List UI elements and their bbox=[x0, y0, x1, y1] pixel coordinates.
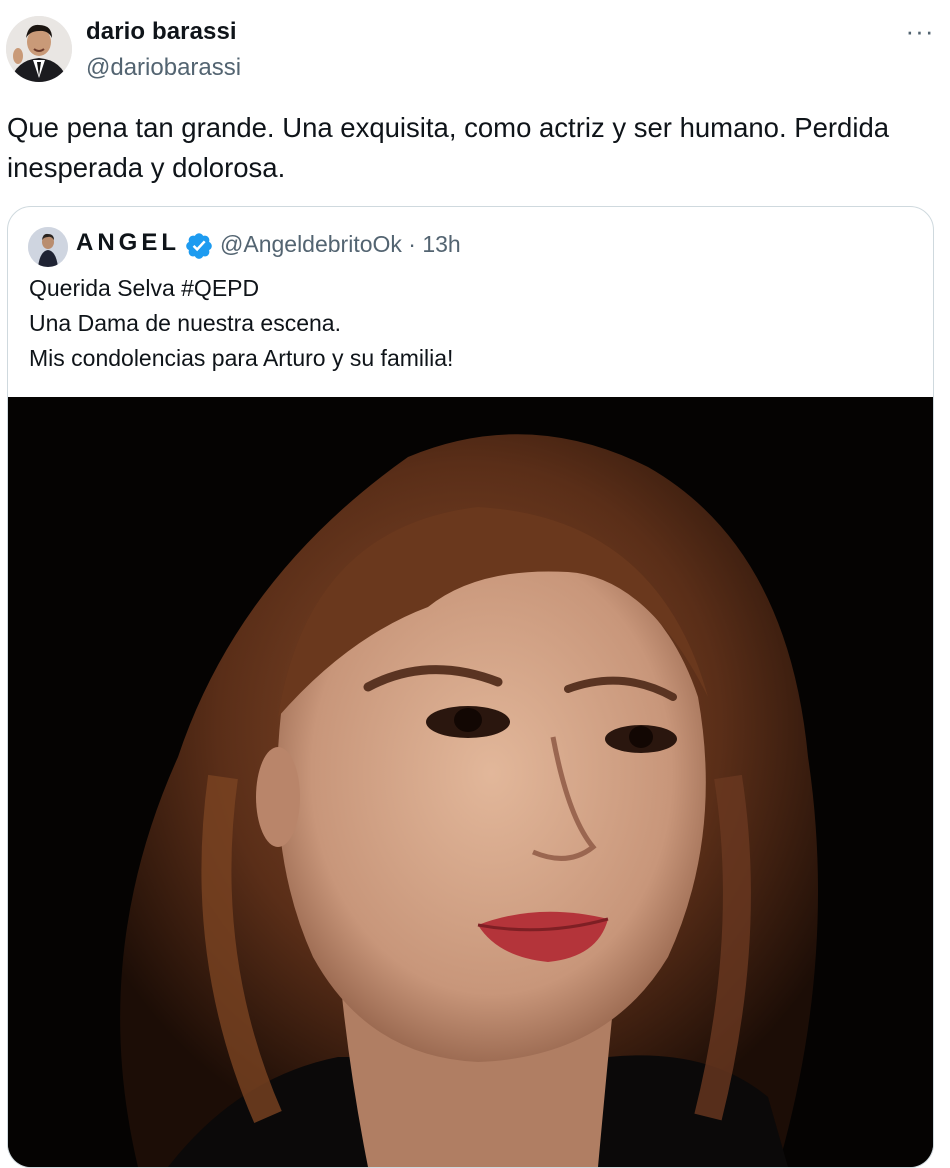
quoted-text-line: Mis condolencias para Arturo y su famili… bbox=[29, 345, 454, 371]
avatar-photo-icon bbox=[28, 227, 68, 267]
quoted-tweet-photo[interactable] bbox=[8, 397, 933, 1167]
portrait-photo bbox=[8, 397, 933, 1167]
tweet-text-line: inesperada y dolorosa. bbox=[7, 152, 286, 183]
author-avatar[interactable] bbox=[6, 16, 72, 82]
quoted-tweet-card[interactable]: ANGEL @AngeldebritoOk · 13h Querida Selv… bbox=[7, 206, 934, 1168]
quoted-text-line: Querida Selva #QEPD bbox=[29, 275, 260, 301]
avatar-photo-icon bbox=[6, 16, 72, 82]
tweet-header: dario barassi @dariobarassi ··· bbox=[0, 0, 950, 100]
verified-badge-icon bbox=[186, 233, 212, 259]
more-options-button[interactable]: ··· bbox=[900, 16, 940, 50]
quoted-author-avatar[interactable] bbox=[28, 227, 68, 267]
tweet-text-line: Que pena tan grande. Una exquisita, como… bbox=[7, 112, 890, 143]
quoted-author-display-name[interactable]: ANGEL bbox=[76, 229, 180, 257]
author-display-name[interactable]: dario barassi bbox=[86, 18, 237, 46]
tweet-text: Que pena tan grande. Una exquisita, como… bbox=[7, 108, 937, 188]
author-handle[interactable]: @dariobarassi bbox=[86, 54, 241, 82]
quoted-author-handle-time[interactable]: @AngeldebritoOk · 13h bbox=[220, 231, 461, 258]
quoted-text-line: Una Dama de nuestra escena. bbox=[29, 310, 341, 336]
